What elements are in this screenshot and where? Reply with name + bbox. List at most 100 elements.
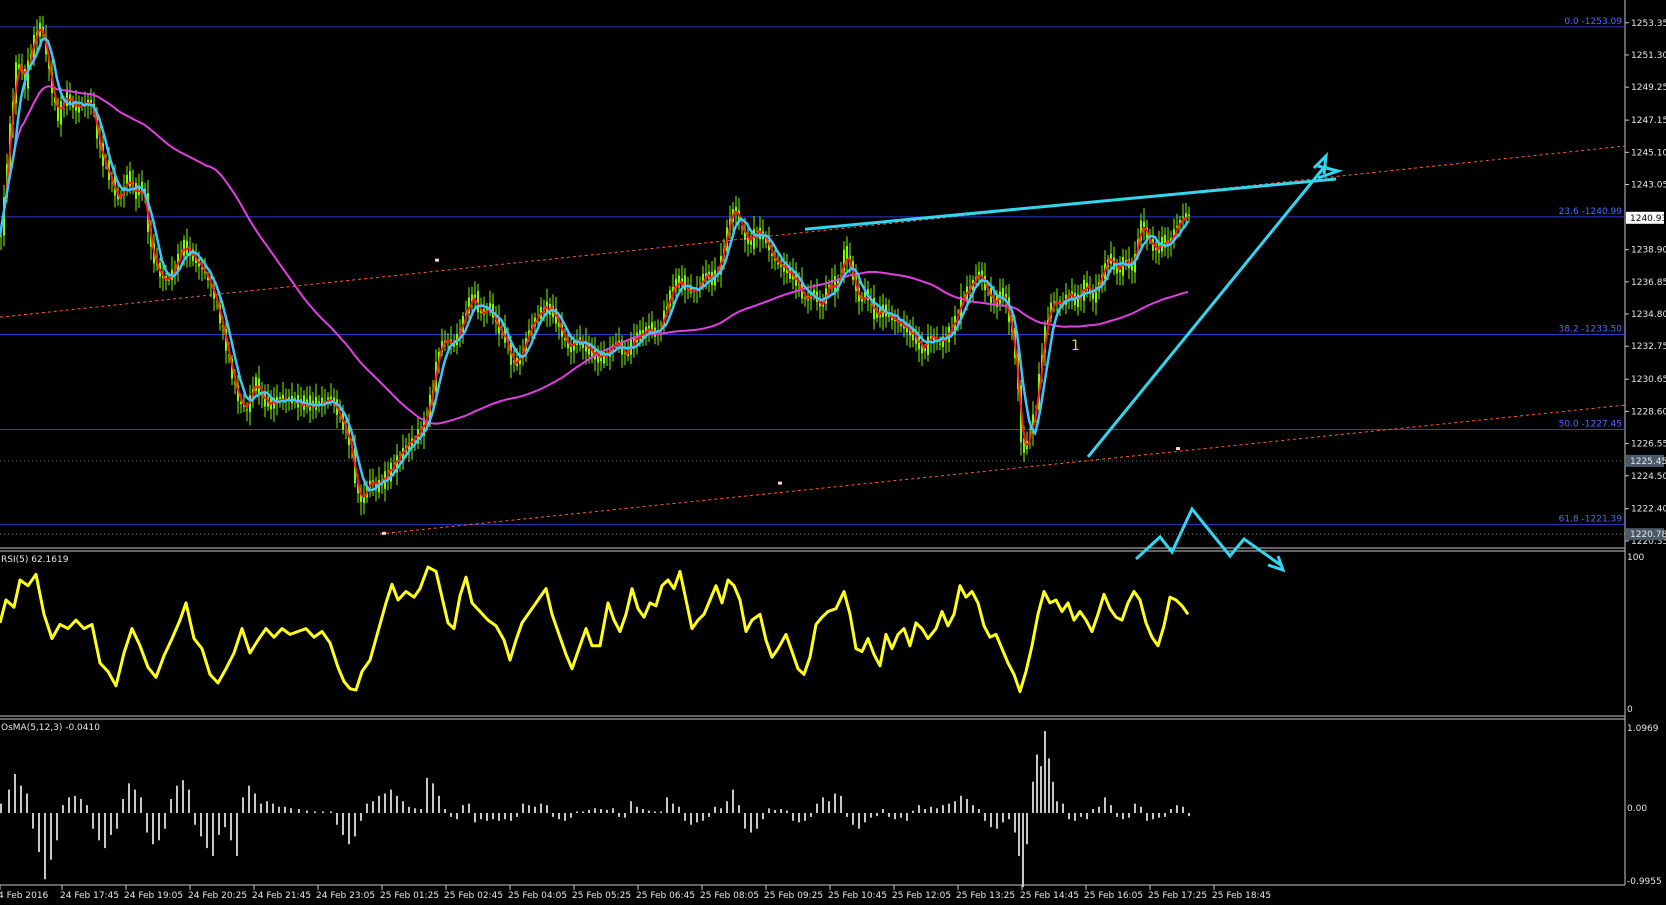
osma-histogram-bar [56,813,58,841]
osma-histogram-bar [248,785,250,813]
osma-histogram-bar [1008,813,1010,820]
osma-histogram-bar [236,813,238,856]
osma-histogram-bar [1014,813,1016,833]
osma-histogram-bar [606,809,608,813]
osma-histogram-bar [1116,813,1118,817]
osma-histogram-bar [540,803,542,813]
fib-level-label: 23.6 -1240.99 [1559,207,1623,217]
osma-histogram-bar [122,798,124,813]
price-bar-body [1182,216,1184,218]
osma-histogram-bar [20,785,22,813]
osma-histogram-bar [906,813,908,821]
time-tick-label: 25 Feb 04:05 [508,891,567,901]
price-bar-body [246,409,248,411]
osma-histogram-bar [690,813,692,825]
osma-histogram-bar [570,813,572,818]
osma-histogram-bar [360,813,362,821]
osma-histogram-bar [768,808,770,813]
time-tick-label: 25 Feb 16:05 [1084,891,1143,901]
time-tick-label: 25 Feb 06:45 [636,891,695,901]
osma-histogram-bar [0,803,2,813]
osma-histogram-bar [378,795,380,813]
osma-histogram-bar [38,813,40,852]
osma-histogram-bar [8,789,10,813]
osma-histogram-bar [92,813,94,829]
osma-histogram-bar [462,805,464,813]
chart-window[interactable]: 0.0 -1253.09 23.6 -1240.99 38.2 -1233.50 50… [0,0,1666,901]
channel-anchor-marker [435,258,439,262]
osma-histogram-bar [468,803,470,813]
osma-histogram-bar [528,805,530,813]
osma-histogram-bar [98,813,100,841]
osma-histogram-bar [1056,801,1058,813]
osma-histogram-bar [1128,813,1130,818]
price-channel-lines [0,145,1626,535]
osma-histogram-bar [1176,805,1178,813]
osma-histogram-bar [116,813,118,829]
price-bars [0,15,1190,516]
price-bar-body [777,263,779,265]
osma-histogram-bar [408,806,410,813]
osma-histogram-bar [1164,813,1166,817]
channel-upper-line [0,145,1626,318]
osma-histogram-bar [348,813,350,845]
osma-histogram-bar [882,809,884,813]
osma-histogram-bar [894,813,896,820]
osma-histogram-bar [600,809,602,813]
osma-histogram-bar [684,813,686,821]
osma-histogram-bar [342,813,344,835]
osma-histogram-bar [954,801,956,813]
osma-histogram-bar [948,803,950,813]
osma-histogram-bar [390,789,392,813]
osma-histogram-bar [322,811,324,813]
rsi-indicator-title: RSI(5) 62.1619 [1,555,69,565]
osma-histogram-bar [200,813,202,837]
osma-histogram-bar [1052,781,1054,813]
price-tick-label: 1247.15 [1631,116,1666,126]
osma-histogram-bar [1040,766,1042,813]
osma-histogram-bar [510,813,512,821]
price-tick-label: 1222.40 [1631,505,1666,515]
osma-histogram-bar [1086,813,1088,820]
osma-histogram-bar [696,813,698,823]
osma-histogram-bar [194,813,196,825]
osma-histogram-bar [714,806,716,813]
osma-histogram-bar [1002,813,1004,823]
osma-histogram-bar [762,813,764,820]
price-bar-body [126,174,128,184]
osma-indicator-title: OsMA(5,12,3) -0.0410 [1,723,100,733]
time-axis: 4 Feb 2016 24 Feb 17:45 24 Feb 19:05 24 Feb… [0,885,1271,901]
price-tick-label: 1230.65 [1631,375,1666,385]
osma-histogram-bar [786,810,788,813]
osma-histogram-bar [254,793,256,813]
time-tick-label: 25 Feb 05:25 [572,891,631,901]
price-tick-label: 1245.10 [1631,148,1666,158]
osma-histogram-bar [110,813,112,835]
osma-histogram-bar [158,813,160,841]
osma-histogram-bar [840,795,842,813]
rsi-axis-max: 100 [1627,553,1644,563]
trading-chart[interactable]: 0.0 -1253.09 23.6 -1240.99 38.2 -1233.50 50… [0,0,1666,901]
osma-histogram-bar [402,801,404,813]
fib-level-label: 38.2 -1233.50 [1559,324,1623,334]
osma-histogram-bar [708,813,710,817]
osma-histogram-bar [822,797,824,813]
osma-histogram-bar [558,813,560,820]
osma-histogram-bar [188,789,190,813]
osma-histogram-bar [798,813,800,823]
time-tick-label: 25 Feb 02:45 [444,891,503,901]
osma-histogram-bar [278,806,280,813]
osma-histogram-bar [1048,758,1050,813]
osma-histogram-bar [576,811,578,813]
osma-histogram-bar [224,813,226,828]
osma-histogram-bar [260,803,262,813]
price-bar-body [129,171,131,187]
osma-histogram-bar [936,808,938,813]
price-bar-body [1002,288,1004,298]
osma-axis-mid: 0.00 [1627,804,1647,814]
osma-histogram-bar [960,795,962,813]
osma-histogram-bar [456,813,458,820]
fibonacci-levels: 0.0 -1253.09 23.6 -1240.99 38.2 -1233.50 50… [0,17,1625,535]
osma-histogram-bar [1188,813,1190,817]
price-tick-label: 1249.25 [1631,83,1666,93]
